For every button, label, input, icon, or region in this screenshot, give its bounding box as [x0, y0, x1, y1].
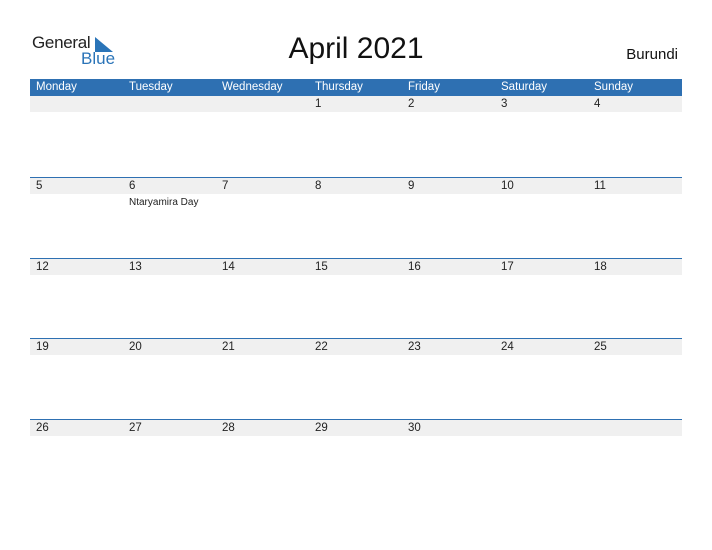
day-number: 12: [36, 260, 49, 273]
day-number: 19: [36, 341, 49, 353]
day-number: 16: [408, 260, 421, 273]
day-number: 27: [129, 421, 142, 434]
page-title: April 2021: [288, 32, 424, 65]
day-number-strip: 26 27 28 29 30: [30, 419, 682, 436]
week-row: 26 27 28 29 30: [30, 418, 682, 500]
day-number-strip: 19 20 21 22 23 24 25: [30, 339, 682, 355]
day-number-strip: 5 6 Ntaryamira Day 7 8 9 10 11: [30, 178, 682, 208]
day-cell: 11: [588, 178, 681, 194]
day-number: 29: [315, 421, 328, 434]
day-number: 25: [594, 341, 607, 353]
day-number: 21: [222, 341, 235, 353]
day-cell: 12: [30, 259, 123, 275]
day-cell: 7: [216, 178, 309, 194]
day-number: 10: [501, 180, 514, 192]
day-number: 22: [315, 341, 328, 353]
holiday-label: Ntaryamira Day: [129, 197, 199, 208]
day-cell: 22: [309, 339, 402, 355]
day-cell: 16: [402, 259, 495, 275]
day-cell: 8: [309, 178, 402, 194]
day-cell: 18: [588, 259, 681, 275]
day-cell: 30: [402, 420, 495, 436]
day-cell: 23: [402, 339, 495, 355]
day-cell: 3: [495, 96, 588, 112]
day-cell: 17: [495, 259, 588, 275]
day-cell: 26: [30, 420, 123, 436]
weekday-sunday: Sunday: [594, 81, 634, 93]
day-number: 18: [594, 260, 607, 273]
day-cell: 10: [495, 178, 588, 194]
country-label: Burundi: [626, 46, 678, 63]
weekday-header: Monday Tuesday Wednesday Thursday Friday…: [30, 79, 682, 96]
day-number: 13: [129, 260, 142, 273]
day-cell: 9: [402, 178, 495, 194]
day-number: 30: [408, 421, 421, 434]
day-number: 15: [315, 260, 328, 273]
day-cell: 21: [216, 339, 309, 355]
day-cell: [588, 420, 681, 436]
day-cell: 2: [402, 96, 495, 112]
day-cell: [123, 96, 216, 112]
day-number: 4: [594, 98, 601, 110]
day-number: 23: [408, 341, 421, 353]
day-number: 3: [501, 98, 508, 110]
day-cell: 24: [495, 339, 588, 355]
day-number: 9: [408, 180, 415, 192]
day-number-strip: 12 13 14 15 16 17 18: [30, 258, 682, 275]
day-cell: 14: [216, 259, 309, 275]
day-cell: 19: [30, 339, 123, 355]
day-number: 7: [222, 180, 229, 192]
weekday-friday: Friday: [408, 81, 440, 93]
day-number: 14: [222, 260, 235, 273]
day-cell: 5: [30, 178, 123, 194]
day-cell: 28: [216, 420, 309, 436]
day-number: 20: [129, 341, 142, 353]
day-cell: 27: [123, 420, 216, 436]
week-row: 5 6 Ntaryamira Day 7 8 9 10 11: [30, 177, 682, 258]
day-cell: 13: [123, 259, 216, 275]
day-cell: 1: [309, 96, 402, 112]
day-number: 24: [501, 341, 514, 353]
day-cell: 29: [309, 420, 402, 436]
day-number: 2: [408, 98, 415, 110]
day-number: 26: [36, 421, 49, 434]
weekday-tuesday: Tuesday: [129, 81, 173, 93]
week-row: 1 2 3 4: [30, 96, 682, 177]
day-number: 5: [36, 180, 43, 192]
day-number: 6: [129, 180, 136, 192]
day-cell: 15: [309, 259, 402, 275]
day-number: 1: [315, 98, 322, 110]
week-row: 12 13 14 15 16 17 18: [30, 257, 682, 339]
day-number-strip: 1 2 3 4: [30, 96, 682, 112]
day-number: 11: [594, 180, 606, 192]
weekday-thursday: Thursday: [315, 81, 363, 93]
day-number: 8: [315, 180, 322, 192]
day-cell: 4: [588, 96, 681, 112]
weekday-wednesday: Wednesday: [222, 81, 283, 93]
day-cell: 6 Ntaryamira Day: [123, 178, 216, 208]
day-number: 28: [222, 421, 235, 434]
day-cell: [30, 96, 123, 112]
calendar-grid: Monday Tuesday Wednesday Thursday Friday…: [30, 79, 682, 499]
day-cell: [495, 420, 588, 436]
weekday-monday: Monday: [36, 81, 77, 93]
day-cell: 25: [588, 339, 681, 355]
weekday-saturday: Saturday: [501, 81, 548, 93]
day-number: 17: [501, 260, 514, 273]
day-cell: 20: [123, 339, 216, 355]
week-row: 19 20 21 22 23 24 25: [30, 338, 682, 419]
day-cell: [216, 96, 309, 112]
